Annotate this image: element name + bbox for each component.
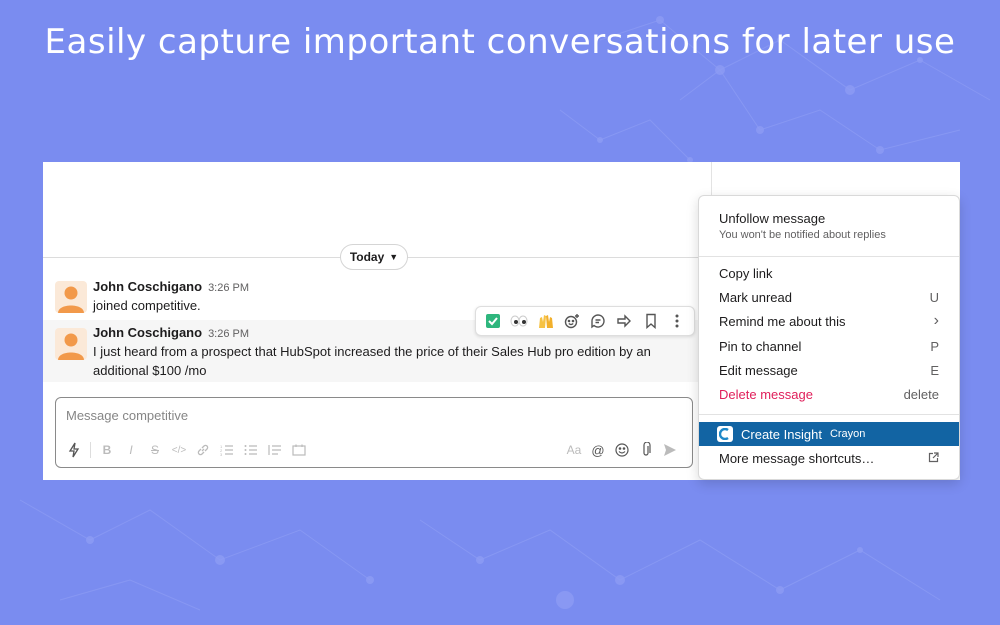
bulleted-list-icon[interactable] [239,439,263,461]
message-hover-actions [475,306,695,336]
raised-hands-reaction-icon[interactable] [535,310,557,332]
menu-item-shortcut: P [930,338,939,354]
menu-item-label: Unfollow message [719,210,826,226]
message-text: I just heard from a prospect that HubSpo… [93,344,651,378]
ordered-list-icon[interactable]: 123 [215,439,239,461]
menu-item-label: Mark unread [719,289,792,305]
crayon-logo-icon [717,426,733,442]
author-name[interactable]: John Coschigano [93,325,202,340]
menu-item-edit[interactable]: Edit message E [699,358,959,382]
emoji-icon[interactable] [610,439,634,461]
menu-item-delete[interactable]: Delete message delete [699,382,959,406]
menu-item-create-insight[interactable]: Create Insight Crayon [699,422,959,446]
menu-item-mark-unread[interactable]: Mark unread U [699,285,959,309]
menu-item-remind-me[interactable]: Remind me about this › [699,309,959,333]
app-name: Crayon [829,428,866,440]
blockquote-icon[interactable] [263,439,287,461]
send-icon[interactable] [658,439,682,461]
external-link-icon [928,451,939,466]
message-timestamp[interactable]: 3:26 PM [208,282,249,294]
chevron-down-icon: ▼ [389,252,399,262]
menu-item-label: Delete message [719,386,813,402]
reply-in-thread-icon[interactable] [587,310,609,332]
attach-icon[interactable] [634,439,658,461]
code-icon[interactable]: </> [167,439,191,461]
day-divider-label: Today [349,250,385,264]
menu-item-label: Pin to channel [719,338,802,354]
message-author[interactable]: John Coschigano 3:26 PM [93,279,249,294]
menu-item-pin[interactable]: Pin to channel P [699,334,959,358]
message-input[interactable]: Message competitive [66,408,188,423]
menu-item-shortcut: U [929,289,939,305]
bookmark-icon[interactable] [640,310,662,332]
formatting-toggle[interactable]: Aa [562,439,586,461]
add-reaction-icon[interactable] [561,310,583,332]
menu-item-label: Copy link [719,265,773,281]
italic-icon[interactable]: I [119,439,143,461]
strikethrough-icon[interactable]: S [143,439,167,461]
chevron-right-icon: › [933,312,939,329]
menu-item-shortcut: E [930,362,939,378]
share-message-icon[interactable] [613,310,635,332]
eyes-reaction-icon[interactable] [508,310,530,332]
menu-item-more-shortcuts[interactable]: More message shortcuts… [699,446,959,470]
menu-item-label: Edit message [719,362,798,378]
lightning-icon[interactable] [62,439,86,461]
link-icon[interactable] [191,439,215,461]
composer-toolbar: B I S </> 123 Aa @ [62,439,682,461]
menu-item-label: More message shortcuts… [719,450,875,466]
avatar[interactable] [55,281,87,313]
message-author[interactable]: John Coschigano 3:26 PM [93,325,249,340]
page-headline: Easily capture important conversations f… [44,22,956,62]
more-actions-icon[interactable] [666,310,688,332]
check-mark-reaction-icon[interactable] [482,310,504,332]
message-text: joined competitive. [93,298,201,313]
day-divider-button[interactable]: Today ▼ [340,244,408,270]
avatar[interactable] [55,328,87,360]
code-block-icon[interactable] [287,439,311,461]
menu-item-copy-link[interactable]: Copy link [699,261,959,285]
message-timestamp[interactable]: 3:26 PM [208,328,249,340]
mention-icon[interactable]: @ [586,439,610,461]
menu-item-label: Create Insight [741,426,822,442]
author-name[interactable]: John Coschigano [93,279,202,294]
menu-item-shortcut: delete [903,386,939,402]
toolbar-divider [90,442,91,458]
menu-item-label: Remind me about this [719,313,846,329]
menu-divider [699,256,959,257]
message-actions-menu: Unfollow message You won't be notified a… [698,195,960,480]
bold-icon[interactable]: B [95,439,119,461]
menu-divider [699,414,959,415]
menu-item-unfollow[interactable]: Unfollow message [699,206,959,230]
menu-item-subtext: You won't be notified about replies [719,229,886,241]
svg-text:3: 3 [220,452,223,456]
message-composer[interactable]: Message competitive B I S </> 123 Aa @ [55,397,693,468]
